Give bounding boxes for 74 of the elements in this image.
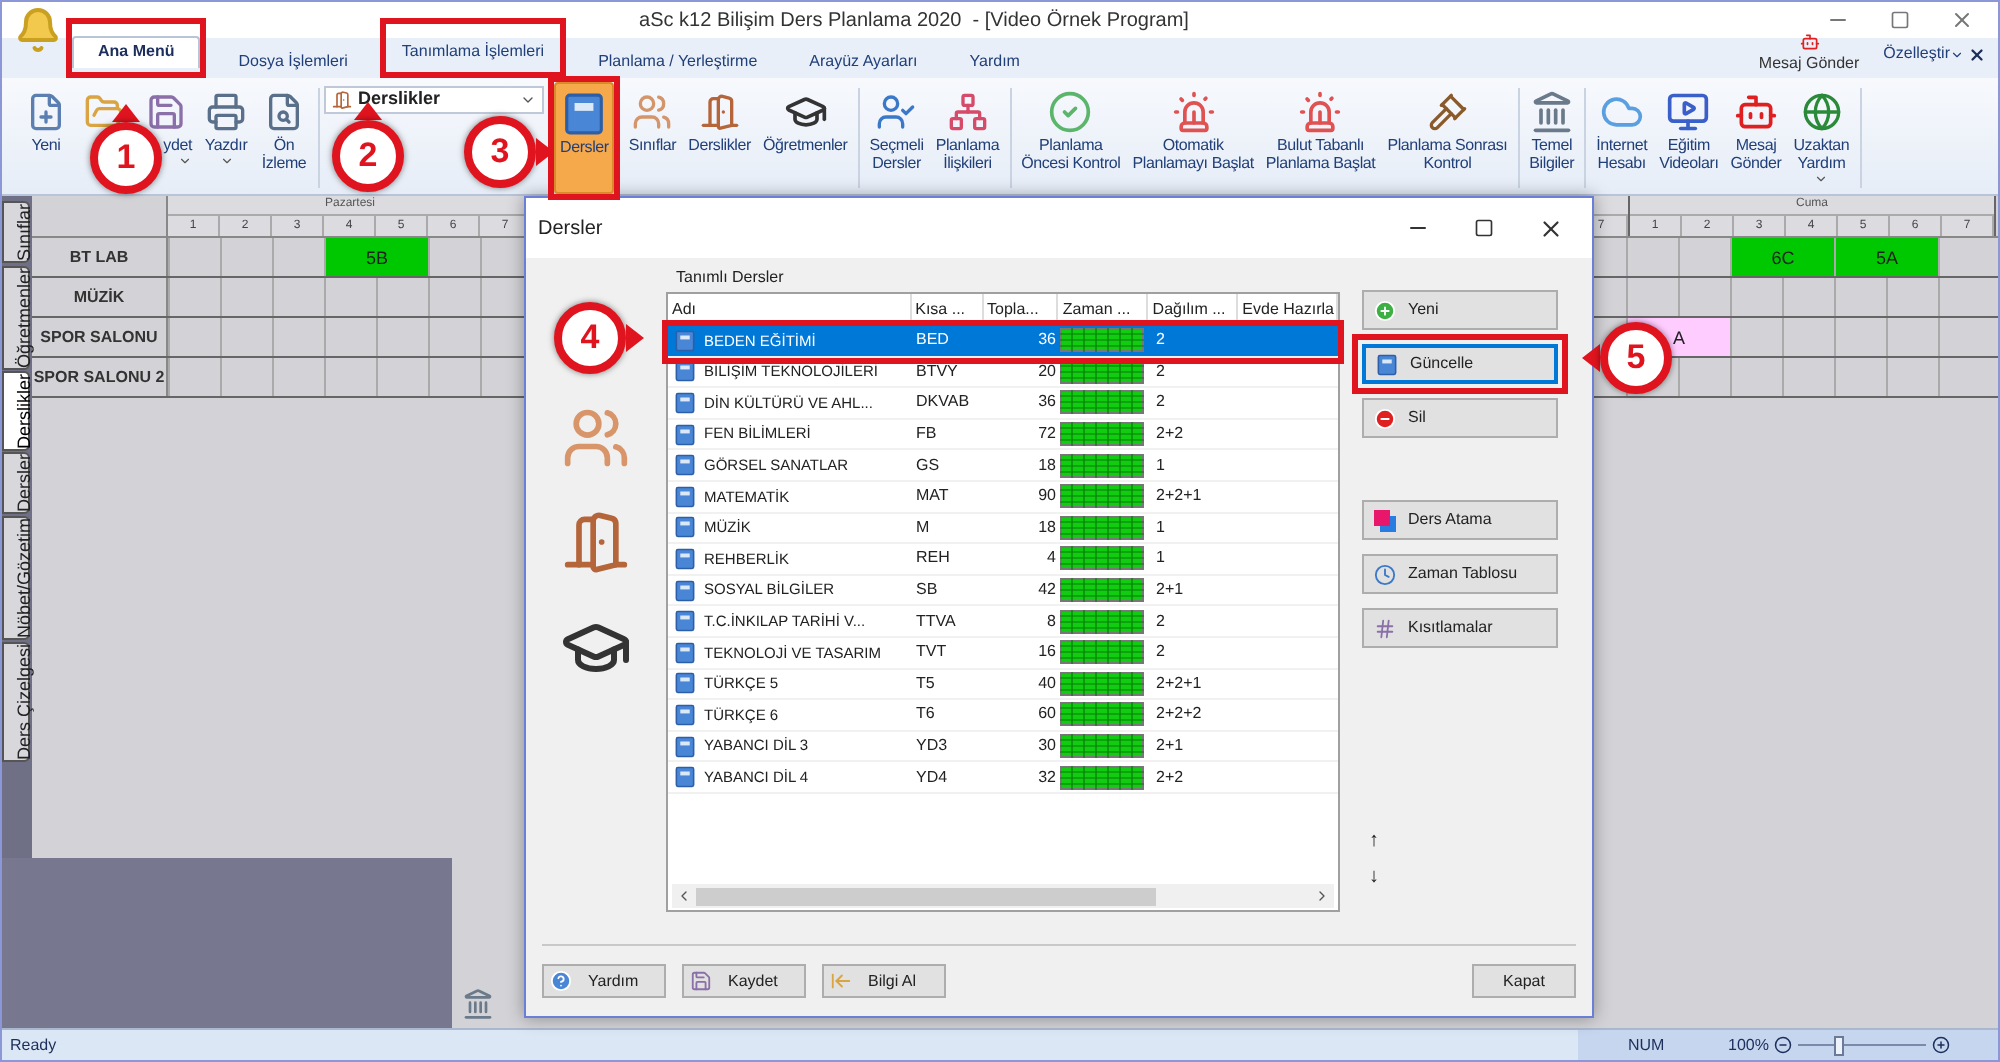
lesson-total: 36 xyxy=(1036,390,1058,415)
lesson-short-name: GS xyxy=(914,453,942,478)
lesson-distribution: 2+2+1 xyxy=(1154,484,1204,509)
lesson-short-name: TVT xyxy=(914,640,949,665)
lesson-total: 4 xyxy=(1045,546,1058,571)
lesson-total: 42 xyxy=(1036,578,1058,603)
lesson-short-name: YD3 xyxy=(914,734,950,759)
ribbon-label: Uzaktan Yardım xyxy=(1793,136,1850,172)
ribbon-label: Planlama Sonrası Kontrol xyxy=(1387,136,1508,172)
lesson-distribution: 2+2 xyxy=(1154,765,1186,790)
lesson-short-name: YD4 xyxy=(914,765,950,790)
lesson-distribution: 2+1 xyxy=(1154,734,1186,759)
status-text: Ready xyxy=(8,1033,59,1057)
lesson-short-name: BED xyxy=(914,328,951,353)
lesson-short-name: MAT xyxy=(914,484,951,509)
zoom-percent: 100% xyxy=(1728,1033,1769,1057)
lesson-total: 72 xyxy=(1036,422,1058,447)
ribbon-label: Bulut Tabanlı Planlama Başlat xyxy=(1265,136,1376,172)
ribbon-label: Sınıflar xyxy=(628,136,677,154)
lesson-total: 60 xyxy=(1036,702,1058,727)
room-name: BT LAB xyxy=(32,238,168,276)
lesson-total: 30 xyxy=(1036,734,1058,759)
ribbon-label: İnternet Hesabı xyxy=(1596,136,1648,172)
ribbon-label: ydet xyxy=(163,136,192,154)
lesson-short-name: FB xyxy=(914,422,939,447)
num-indicator: NUM xyxy=(1628,1033,1667,1057)
room-name: MÜZİK xyxy=(32,278,168,316)
ribbon-label: Planlama İlişkileri xyxy=(935,136,1000,172)
lesson-distribution: 2+2+2 xyxy=(1154,702,1204,727)
lesson-distribution: 2 xyxy=(1154,609,1167,634)
ribbon-label: Temel Bilgiler xyxy=(1529,136,1575,172)
lesson-total: 18 xyxy=(1036,515,1058,540)
ribbon-label: Eğitim Videoları xyxy=(1659,136,1719,172)
lesson-short-name: T5 xyxy=(914,671,937,696)
lesson-short-name: BTVY xyxy=(914,359,960,384)
lesson-total: 20 xyxy=(1036,359,1058,384)
lesson-distribution: 2+2 xyxy=(1154,422,1186,447)
lesson-distribution: 1 xyxy=(1154,515,1167,540)
lesson-total: 8 xyxy=(1045,609,1058,634)
lesson-total: 18 xyxy=(1036,453,1058,478)
lesson-distribution: 2+1 xyxy=(1154,578,1186,603)
lesson-total: 36 xyxy=(1036,328,1058,353)
ribbon-label: Planlama Öncesi Kontrol xyxy=(1021,136,1121,172)
lesson-distribution: 1 xyxy=(1154,453,1167,478)
ribbon-label: Yeni xyxy=(31,136,61,154)
dialog-title: Dersler xyxy=(536,215,605,243)
lesson-distribution: 2 xyxy=(1154,328,1167,353)
ribbon-label: Öğretmenler xyxy=(762,136,848,154)
lesson-short-name: TTVA xyxy=(914,609,958,634)
ribbon-label: Ön İzleme xyxy=(261,136,307,172)
lesson-short-name: SB xyxy=(914,578,940,603)
lesson-distribution: 1 xyxy=(1154,546,1167,571)
lesson-short-name: DKVAB xyxy=(914,390,972,415)
lesson-short-name: REH xyxy=(914,546,952,571)
window-title: aSc k12 Bilişim Ders Planlama 2020 - [Video Örnek Program] xyxy=(639,7,1189,35)
ribbon-label: Otomatik Planlamayı Başlat xyxy=(1132,136,1254,172)
lesson-total: 40 xyxy=(1036,671,1058,696)
lesson-distribution: 2+2+1 xyxy=(1154,671,1204,696)
ribbon-label: Mesaj Gönder xyxy=(1730,136,1782,172)
lesson-short-name: T6 xyxy=(914,702,937,727)
ribbon-label: Yazdır xyxy=(204,136,248,154)
lesson-distribution: 2 xyxy=(1154,390,1167,415)
lesson-total: 90 xyxy=(1036,484,1058,509)
ribbon-label: Dersler xyxy=(560,138,609,156)
list-label: Tanımlı Dersler xyxy=(674,266,786,290)
lesson-distribution: 2 xyxy=(1154,640,1167,665)
lesson-total: 16 xyxy=(1036,640,1058,665)
lesson-distribution: 2 xyxy=(1154,359,1167,384)
lesson-total: 32 xyxy=(1036,765,1058,790)
lesson-short-name: M xyxy=(914,515,932,540)
ribbon-label: Derslikler xyxy=(688,136,751,154)
room-name: SPOR SALONU xyxy=(32,318,168,356)
room-name: SPOR SALONU 2 xyxy=(32,358,168,396)
ribbon-label: Seçmeli Dersler xyxy=(869,136,924,172)
